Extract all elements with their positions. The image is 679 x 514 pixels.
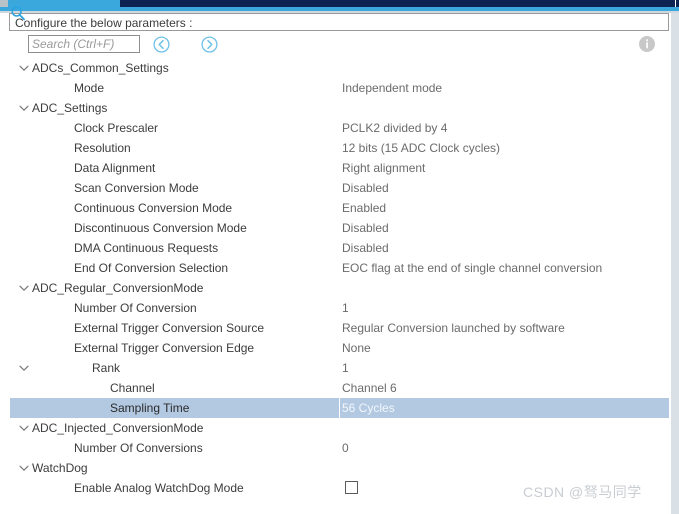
tree-row[interactable]: Data Alignment Right alignment xyxy=(10,158,669,178)
tree-row[interactable]: End Of Conversion Selection EOC flag at t… xyxy=(10,258,669,278)
tree-row-label: ADCs_Common_Settings xyxy=(32,61,169,75)
tree-row-value[interactable]: Disabled xyxy=(342,181,389,195)
tree-row[interactable]: ADC_Regular_ConversionMode xyxy=(10,278,669,298)
analog-watchdog-checkbox[interactable] xyxy=(345,481,358,494)
tree-row[interactable]: Mode Independent mode xyxy=(10,78,669,98)
tree-row[interactable]: Discontinuous Conversion Mode Disabled xyxy=(10,218,669,238)
tree-row-value[interactable]: Right alignment xyxy=(342,161,425,175)
chevron-right-circle-icon[interactable] xyxy=(201,36,218,53)
tree-row-value[interactable]: None xyxy=(342,341,371,355)
tree-row-label: Number Of Conversions xyxy=(74,441,203,455)
tree-row-label: Discontinuous Conversion Mode xyxy=(74,221,247,235)
tree-row[interactable]: Number Of Conversion 1 xyxy=(10,298,669,318)
tree-row[interactable]: WatchDog xyxy=(10,458,669,478)
tree-row[interactable]: ADC_Settings xyxy=(10,98,669,118)
chevron-down-icon[interactable] xyxy=(18,362,30,374)
tree-row-label: External Trigger Conversion Edge xyxy=(74,341,255,355)
tree-row[interactable]: Continuous Conversion Mode Enabled xyxy=(10,198,669,218)
tab-2[interactable] xyxy=(164,0,293,7)
chevron-left-circle-icon[interactable] xyxy=(153,36,170,53)
tree-row[interactable]: Resolution 12 bits (15 ADC Clock cycles) xyxy=(10,138,669,158)
chevron-down-icon[interactable] xyxy=(18,462,30,474)
tree-row-label: ADC_Regular_ConversionMode xyxy=(32,281,204,295)
tree-row[interactable]: Channel Channel 6 xyxy=(10,378,669,398)
tree-row-label: Sampling Time xyxy=(110,401,190,415)
tree-row-label: Enable Analog WatchDog Mode xyxy=(74,481,244,495)
tree-row-value[interactable]: EOC flag at the end of single channel co… xyxy=(342,261,602,275)
tree-row-label: DMA Continuous Requests xyxy=(74,241,219,255)
tree-row-label: ADC_Injected_ConversionMode xyxy=(32,421,204,435)
column-separator xyxy=(339,398,340,418)
tree-row-value[interactable]: 1 xyxy=(342,361,349,375)
tree-row[interactable]: External Trigger Conversion Source Regula… xyxy=(10,318,669,338)
tree-row-value[interactable]: Channel 6 xyxy=(342,381,397,395)
tree-row-label: ADC_Settings xyxy=(32,101,108,115)
tree-row-value[interactable]: Enabled xyxy=(342,201,386,215)
right-gutter xyxy=(669,13,679,514)
tree-row[interactable]: Sampling Time 56 Cycles xyxy=(10,398,669,418)
tree-row-label: Continuous Conversion Mode xyxy=(74,201,233,215)
tree-row-label: End Of Conversion Selection xyxy=(74,261,229,275)
tree-row-value[interactable]: Disabled xyxy=(342,241,389,255)
tab-4[interactable] xyxy=(418,0,545,7)
tree-row-label: Rank xyxy=(92,361,121,375)
tab-1[interactable] xyxy=(120,0,165,7)
tab-3[interactable] xyxy=(292,0,419,7)
chevron-down-icon[interactable] xyxy=(18,102,30,114)
tree-row-value[interactable]: 56 Cycles xyxy=(342,401,395,415)
chevron-down-icon[interactable] xyxy=(18,282,30,294)
tree-row-value[interactable]: 12 bits (15 ADC Clock cycles) xyxy=(342,141,500,155)
tree-row[interactable]: Scan Conversion Mode Disabled xyxy=(10,178,669,198)
right-gutter-highlight xyxy=(669,13,671,514)
tree-row-label: Scan Conversion Mode xyxy=(74,181,199,195)
search-input[interactable] xyxy=(28,35,140,53)
adc-configuration-panel: Configure the below parameters : ADCs_Co… xyxy=(0,0,679,514)
tree-row[interactable]: Rank 1 xyxy=(10,358,669,378)
tree-row-label: Resolution xyxy=(74,141,131,155)
tree-row-value[interactable]: Disabled xyxy=(342,221,389,235)
tab-5[interactable] xyxy=(544,0,676,7)
tree-row-label: WatchDog xyxy=(32,461,88,475)
tree-row[interactable]: ADCs_Common_Settings xyxy=(10,58,669,78)
tree-row[interactable]: External Trigger Conversion Edge None xyxy=(10,338,669,358)
parameter-tree[interactable]: ADCs_Common_Settings Mode Independent mode… xyxy=(1,58,669,510)
tree-row-value[interactable]: 1 xyxy=(342,301,349,315)
tree-row-value[interactable]: Independent mode xyxy=(342,81,442,95)
watermark: CSDN @驽马同学 xyxy=(523,484,642,500)
tree-row-value[interactable]: PCLK2 divided by 4 xyxy=(342,121,447,135)
tree-row-value[interactable]: Regular Conversion launched by software xyxy=(342,321,565,335)
info-circle-icon[interactable] xyxy=(638,35,656,53)
tree-row[interactable]: Clock Prescaler PCLK2 divided by 4 xyxy=(10,118,669,138)
tree-row-value[interactable]: 0 xyxy=(342,441,349,455)
tree-row-label: Clock Prescaler xyxy=(74,121,159,135)
chevron-down-icon[interactable] xyxy=(18,62,30,74)
tree-row-label: External Trigger Conversion Source xyxy=(74,321,265,335)
tree-row[interactable]: ADC_Injected_ConversionMode xyxy=(10,418,669,438)
tree-row[interactable]: DMA Continuous Requests Disabled xyxy=(10,238,669,258)
page-title: Configure the below parameters : xyxy=(15,16,193,30)
tree-row-label: Mode xyxy=(74,81,105,95)
chevron-down-icon[interactable] xyxy=(18,422,30,434)
tree-row[interactable]: Number Of Conversions 0 xyxy=(10,438,669,458)
tree-row-label: Channel xyxy=(110,381,155,395)
configure-header-bar: Configure the below parameters : xyxy=(9,13,669,31)
tree-row-label: Number Of Conversion xyxy=(74,301,197,315)
search-icon xyxy=(10,5,26,21)
tree-row-label: Data Alignment xyxy=(74,161,156,175)
